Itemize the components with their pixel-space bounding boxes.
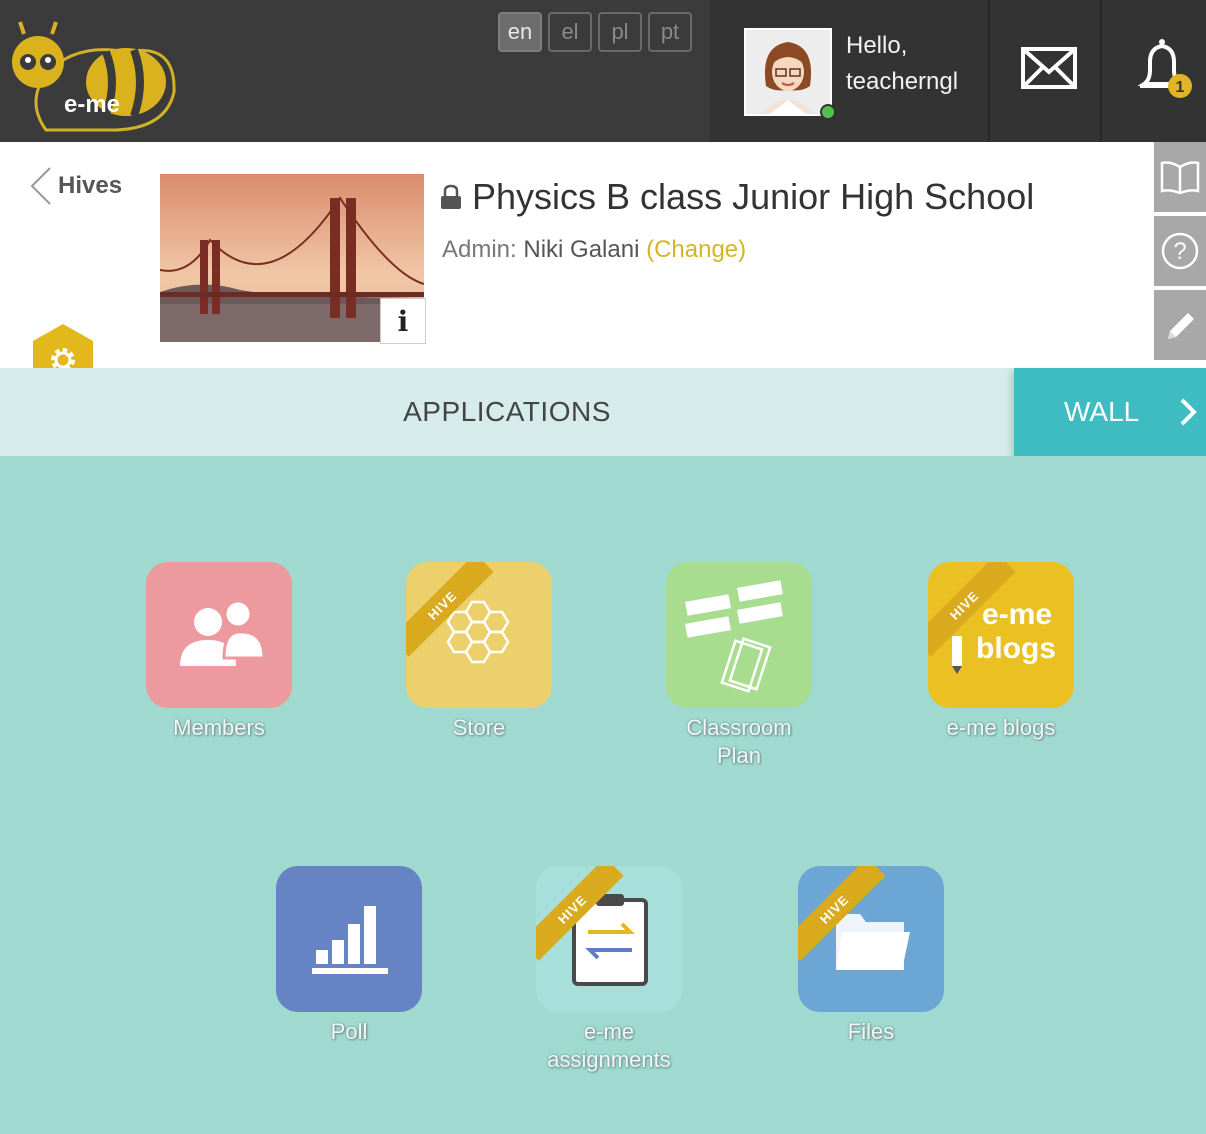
admin-name: Niki Galani (523, 236, 640, 263)
app-poll[interactable]: Poll (274, 866, 424, 1046)
app-files[interactable]: HIVE Files (796, 866, 946, 1046)
app-label: Poll (330, 1019, 368, 1044)
svg-text:e-me: e-me (982, 598, 1052, 631)
notification-count: 1 (1176, 79, 1185, 96)
tab-applications[interactable]: APPLICATIONS (0, 368, 1014, 456)
app-tile: HIVE (536, 866, 682, 1012)
chevron-left-icon (30, 167, 51, 205)
online-status-dot (820, 104, 836, 120)
app-label: e-me assignments (547, 1019, 671, 1072)
lang-en[interactable]: en (498, 12, 542, 52)
change-admin-link[interactable]: (Change) (646, 236, 746, 263)
greeting-text: Hello, (846, 32, 908, 59)
lang-pt[interactable]: pt (648, 12, 692, 52)
back-to-hives[interactable]: Hives (28, 166, 122, 206)
username-text: teacherngl (846, 68, 959, 95)
app-label: Classroom Plan (686, 715, 792, 768)
svg-text:blogs: blogs (976, 632, 1056, 665)
help-icon: ? (1161, 232, 1199, 270)
app-label: Files (847, 1019, 895, 1044)
guide-button[interactable] (1154, 142, 1206, 212)
app-e-me-assignments[interactable]: HIVE e-me assignments (534, 866, 684, 1074)
app-classroom-plan[interactable]: Classroom Plan (664, 562, 814, 770)
app-tile (666, 562, 812, 708)
divider (1100, 0, 1102, 142)
app-tile (276, 866, 422, 1012)
tab-wall-label: WALL (1064, 396, 1140, 427)
mail-icon[interactable] (1020, 44, 1078, 92)
help-button[interactable]: ? (1154, 216, 1206, 286)
user-greeting[interactable]: Hello, teacherngl (846, 28, 958, 100)
tab-wall[interactable]: WALL (1014, 368, 1206, 456)
hive-title: Physics B class Junior High School (440, 176, 1034, 218)
app-label: Store (452, 715, 506, 740)
app-members[interactable]: Members (144, 562, 294, 742)
members-icon (180, 599, 266, 666)
app-tile: e-me blogs HIVE (928, 562, 1074, 708)
hive-title-text: Physics B class Junior High School (472, 176, 1035, 217)
lock-icon (441, 184, 461, 209)
classroom-plan-icon (685, 580, 783, 693)
lang-pl[interactable]: pl (598, 12, 642, 52)
chevron-right-icon (1180, 398, 1198, 426)
svg-text:e-me: e-me (64, 91, 120, 118)
book-icon (1160, 161, 1200, 195)
app-tile: HIVE (406, 562, 552, 708)
app-label: Members (173, 715, 265, 740)
svg-text:?: ? (1173, 238, 1186, 265)
e-me-logo[interactable]: e-me (6, 12, 182, 136)
app-e-me-blogs[interactable]: e-me blogs HIVE e-me blogs (926, 562, 1076, 742)
language-switcher: en el pl pt (498, 12, 692, 52)
back-label: Hives (58, 172, 123, 199)
teacher-avatar-icon (746, 30, 830, 114)
bell-icon[interactable]: 1 (1130, 34, 1200, 104)
edit-icon (1168, 313, 1194, 339)
divider (988, 0, 990, 142)
hive-info-button[interactable]: i (380, 298, 426, 344)
app-tile: HIVE (798, 866, 944, 1012)
avatar[interactable] (744, 28, 832, 116)
admin-label: Admin: (442, 236, 517, 263)
app-store[interactable]: HIVE Store (404, 562, 554, 742)
hive-admin: Admin: Niki Galani (Change) (442, 236, 746, 264)
app-label: e-me blogs (946, 715, 1056, 740)
app-tile (146, 562, 292, 708)
lang-el[interactable]: el (548, 12, 592, 52)
poll-icon (312, 906, 388, 974)
edit-button[interactable] (1154, 290, 1206, 360)
